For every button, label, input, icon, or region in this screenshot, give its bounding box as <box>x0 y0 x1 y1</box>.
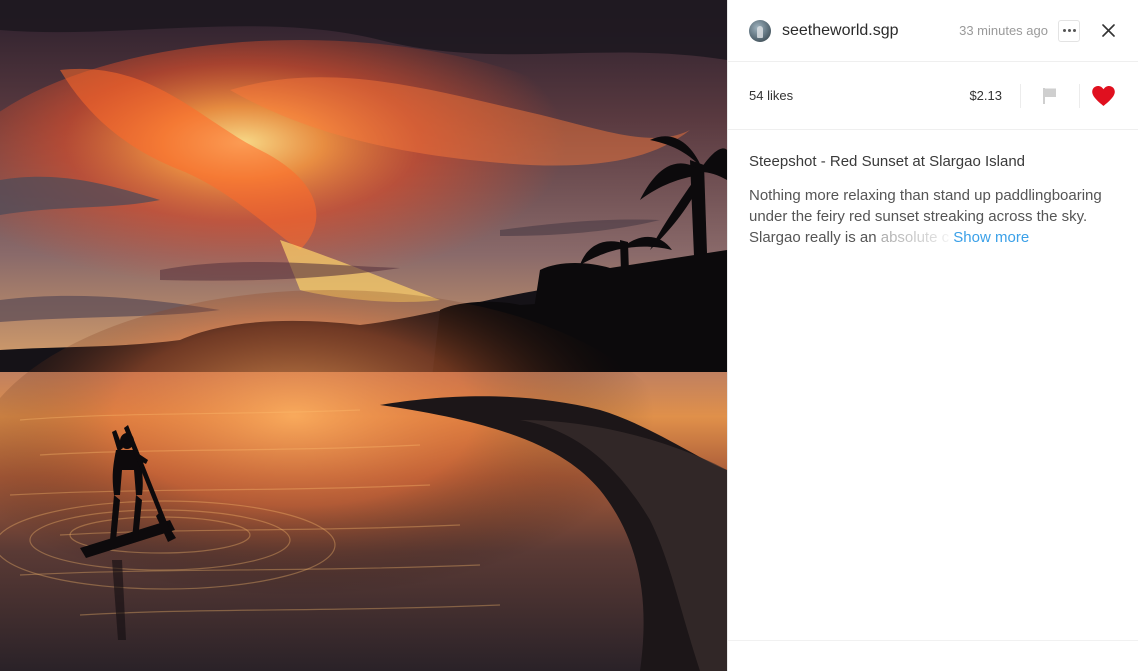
avatar[interactable] <box>749 19 771 42</box>
post-photo[interactable] <box>0 0 727 671</box>
post-timestamp: 33 minutes ago <box>959 23 1048 38</box>
post-body-faded-text: absolute c <box>880 229 950 246</box>
post-viewer: seetheworld.sgp 33 minutes ago 54 likes … <box>0 0 1138 671</box>
close-button[interactable] <box>1100 23 1116 39</box>
payout-amount: $2.13 <box>969 88 1002 103</box>
like-button[interactable] <box>1080 85 1116 107</box>
post-description: Nothing more relaxing than stand up padd… <box>749 185 1116 248</box>
more-dots-icon <box>1062 29 1076 32</box>
post-title: Steepshot - Red Sunset at Slargao Island <box>749 153 1026 170</box>
more-options-button[interactable] <box>1058 19 1080 42</box>
flag-button[interactable] <box>1021 87 1079 105</box>
post-header: seetheworld.sgp 33 minutes ago <box>728 0 1138 62</box>
close-icon <box>1101 24 1115 37</box>
bottom-divider <box>728 640 1138 641</box>
post-stats-bar: 54 likes $2.13 <box>728 62 1138 130</box>
post-content: Steepshot - Red Sunset at Slargao Island… <box>728 130 1138 248</box>
flag-icon <box>1043 87 1056 104</box>
post-details-panel: seetheworld.sgp 33 minutes ago 54 likes … <box>727 0 1138 671</box>
show-more-link[interactable]: Show more <box>953 229 1029 246</box>
username-link[interactable]: seetheworld.sgp <box>782 22 959 40</box>
likes-count[interactable]: 54 likes <box>749 88 969 103</box>
sunset-photo <box>0 0 727 671</box>
heart-icon <box>1092 85 1115 106</box>
